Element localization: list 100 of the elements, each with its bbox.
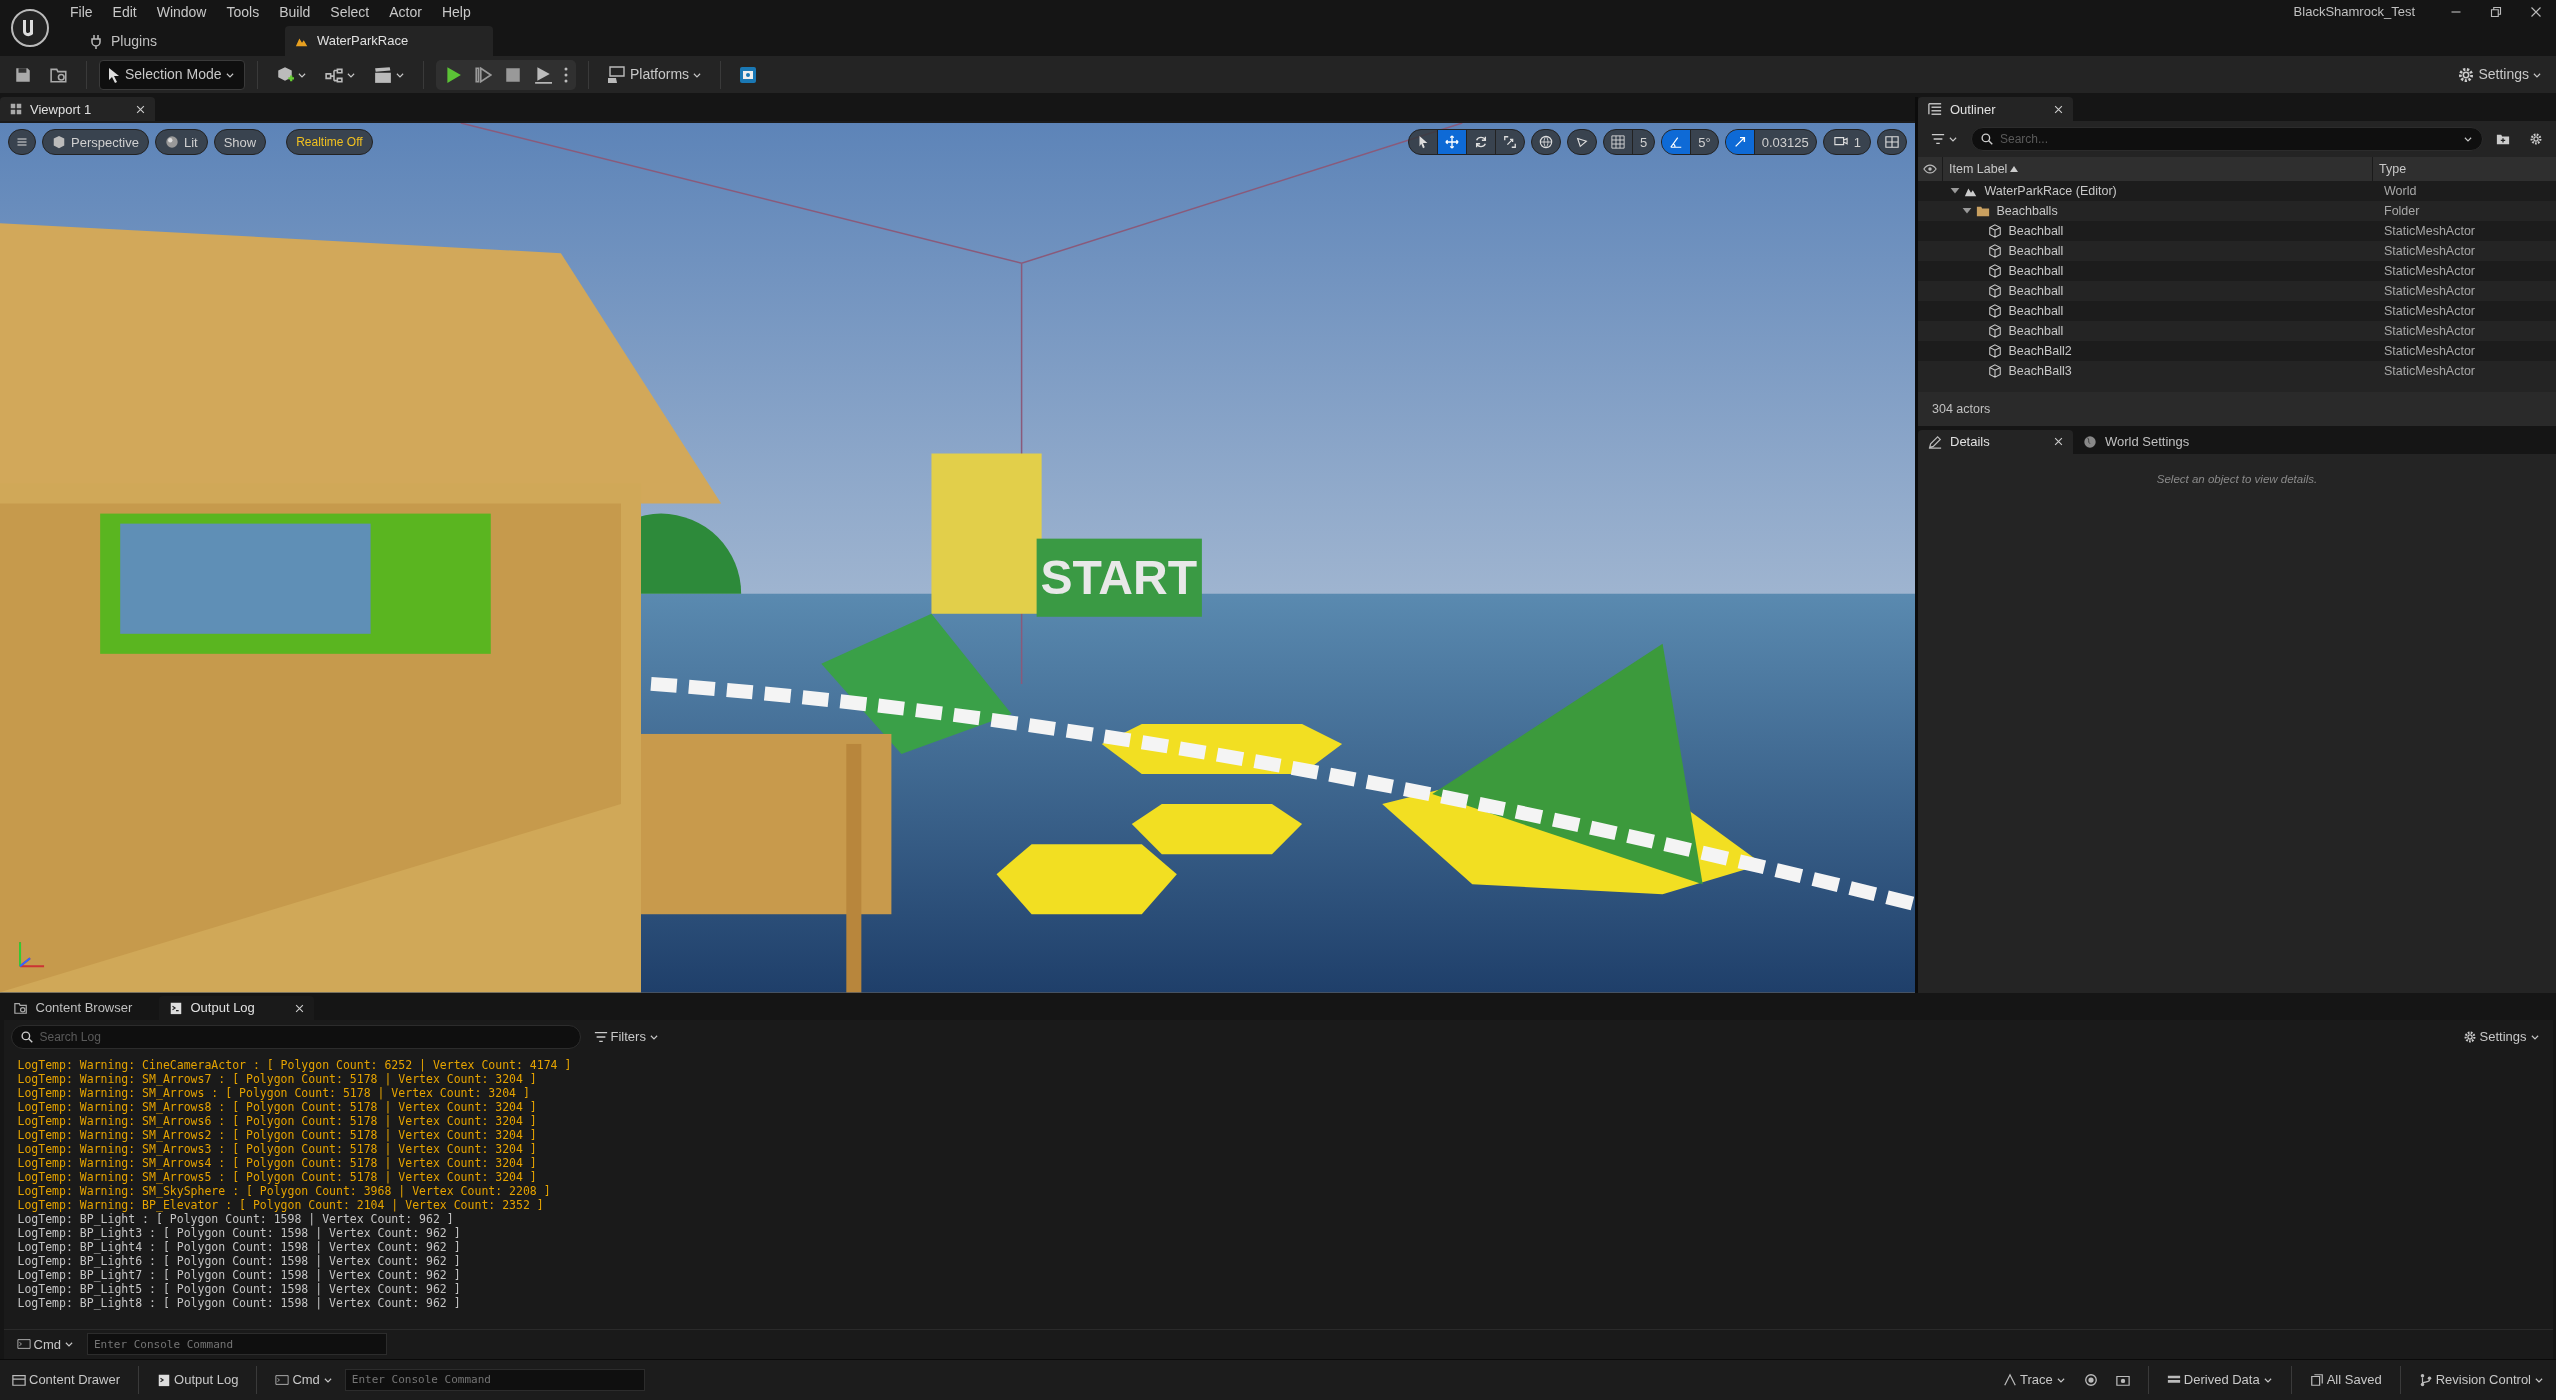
menu-item[interactable]: Help — [431, 1, 481, 23]
angle-icon — [1669, 135, 1684, 150]
log-line: LogTemp: Warning: SM_Arrows : [ Polygon Count: 5178 | Vertex Count: 3204 ] — [17, 1085, 530, 1100]
console-input[interactable]: Enter Console Command — [344, 1368, 645, 1391]
log-line: LogTemp: Warning: SM_Arrows7 : [ Polygon Count: 5178 | Vertex Count: 3204 ] — [17, 1071, 537, 1086]
log-line: LogTemp: Warning: CineCameraActor : [ Polygon Count: 6252 | Vertex Count: 4174 ] — [17, 1057, 572, 1072]
globe-icon — [1539, 135, 1554, 150]
log-line: LogTemp: Warning: SM_SkySphere : [ Polygon Count: 3968 | Vertex Count: 2208 ] — [17, 1183, 551, 1198]
plugins-label[interactable]: Plugins — [111, 30, 157, 52]
start-sign: START — [1036, 539, 1202, 618]
outliner-tab[interactable]: Outliner — [1918, 97, 2073, 122]
content-drawer-button[interactable]: Content Drawer — [6, 1366, 127, 1394]
outliner-row[interactable]: Beachball StaticMeshActor — [1918, 261, 2556, 282]
output-log-button[interactable]: Output Log — [151, 1366, 245, 1394]
axis-gizmo-icon — [19, 941, 46, 968]
mesh-cube-icon — [1987, 324, 2002, 339]
picture-icon — [739, 65, 758, 84]
angle-snap-value: 5° — [1697, 133, 1712, 152]
stop-icon — [504, 65, 522, 84]
plug-icon — [88, 33, 104, 49]
close-icon[interactable] — [2054, 437, 2063, 447]
log-line: LogTemp: Warning: BP_Elevator : [ Polygon Count: 2104 | Vertex Count: 2352 ] — [17, 1197, 544, 1212]
menu-item[interactable]: File — [60, 1, 103, 23]
translate-tool-button[interactable] — [1438, 130, 1468, 155]
dock-tab[interactable]: Output Log — [158, 996, 314, 1021]
actor-count: 304 actors — [1932, 401, 1991, 418]
viewport-tab[interactable]: Viewport 1 — [0, 97, 155, 122]
log-search-field[interactable]: Search Log — [10, 1025, 581, 1050]
outliner-row[interactable]: Beachball StaticMeshActor — [1918, 321, 2556, 342]
eye-icon — [1923, 163, 1937, 176]
mesh-cube-icon — [1987, 304, 2002, 319]
outliner-row[interactable]: Beachball StaticMeshActor — [1918, 241, 2556, 262]
search-field[interactable]: Search... — [1971, 127, 2483, 152]
cube-icon — [52, 135, 66, 150]
cmd-dropdown[interactable]: Cmd — [269, 1366, 339, 1394]
layout-icon — [1885, 135, 1899, 150]
platforms-dropdown[interactable]: Platforms — [601, 60, 709, 90]
outliner-icon — [1928, 102, 1942, 117]
trace-icon — [2003, 1372, 2018, 1387]
close-icon[interactable] — [136, 104, 145, 114]
log-line: LogTemp: Warning: SM_Arrows3 : [ Polygon Count: 5178 | Vertex Count: 3204 ] — [17, 1141, 537, 1156]
log-line: LogTemp: BP_Light7 : [ Polygon Count: 1598 | Vertex Count: 962 ] — [17, 1267, 461, 1282]
terminal-icon — [275, 1372, 290, 1387]
save-files-icon — [2309, 1372, 2324, 1387]
outliner-row[interactable]: BeachBall2 StaticMeshActor — [1918, 341, 2556, 362]
outliner-row[interactable]: Beachballs Folder — [1918, 201, 2556, 222]
menu-item[interactable]: Actor — [379, 1, 432, 23]
close-icon[interactable] — [2054, 104, 2063, 114]
realtime-button[interactable]: Realtime Off — [286, 129, 373, 156]
close-icon[interactable] — [294, 1003, 304, 1013]
cmd-dropdown[interactable]: Cmd — [10, 1330, 80, 1359]
settings-button[interactable]: Settings — [2451, 60, 2548, 90]
mesh-cube-icon — [1987, 364, 2002, 379]
panel-tab[interactable]: Details — [1918, 429, 2073, 454]
mesh-cube-icon — [1987, 344, 2002, 359]
angle-snap-button[interactable] — [1662, 130, 1692, 155]
derived-data-dropdown[interactable]: Derived Data — [2160, 1366, 2279, 1394]
log-line: LogTemp: BP_Light3 : [ Polygon Count: 1598 | Vertex Count: 962 ] — [17, 1225, 461, 1240]
move-icon — [1445, 135, 1460, 150]
log-line: LogTemp: Warning: SM_Arrows2 : [ Polygon Count: 5178 | Vertex Count: 3204 ] — [17, 1127, 537, 1142]
outliner-row[interactable]: Beachball StaticMeshActor — [1918, 221, 2556, 242]
panel-tab[interactable]: World Settings — [2073, 429, 2228, 454]
perspective-button[interactable]: Perspective — [42, 129, 149, 156]
menu-item[interactable]: Select — [320, 1, 380, 23]
filter-icon — [593, 1030, 608, 1045]
cube-plus-icon — [276, 65, 294, 84]
settings-icon — [2529, 132, 2543, 147]
vertical-dots-icon — [564, 66, 568, 83]
level-tab[interactable]: WaterParkRace — [284, 26, 493, 56]
sort-ascending-icon — [2010, 166, 2019, 173]
log-line: LogTemp: BP_Light : [ Polygon Count: 1598 | Vertex Count: 962 ] — [17, 1211, 454, 1226]
log-settings-button[interactable]: Settings — [2456, 1023, 2546, 1051]
menu-item[interactable]: Build — [269, 1, 321, 23]
folder-plus-icon — [2496, 132, 2510, 147]
scale-snap-button[interactable] — [1725, 130, 1755, 155]
play-icon — [444, 65, 462, 84]
outliner-row[interactable]: Beachball StaticMeshActor — [1918, 281, 2556, 302]
dock-tab[interactable]: Content Browser — [3, 996, 159, 1021]
restore-icon — [2490, 6, 2502, 18]
outliner-row[interactable]: BeachBall3 StaticMeshActor — [1918, 361, 2556, 382]
revision-control-dropdown[interactable]: Revision Control — [2412, 1366, 2550, 1394]
console-input[interactable]: Enter Console Command — [86, 1333, 387, 1356]
scale-snap-value: 0.03125 — [1760, 133, 1810, 152]
log-line: LogTemp: Warning: SM_Arrows6 : [ Polygon Count: 5178 | Vertex Count: 3204 ] — [17, 1113, 537, 1128]
save-status-button[interactable]: All Saved — [2303, 1366, 2388, 1394]
outliner-row[interactable]: Beachball StaticMeshActor — [1918, 301, 2556, 322]
filters-dropdown[interactable]: Filters — [587, 1023, 665, 1051]
menu-item[interactable]: Tools — [216, 1, 270, 23]
play-underline-icon — [534, 65, 552, 84]
folder-icon — [1975, 204, 1990, 219]
menu-item[interactable]: Window — [146, 1, 217, 23]
branch-icon — [2418, 1372, 2433, 1387]
pencil-icon — [1928, 434, 1942, 449]
terminal-icon — [16, 1338, 31, 1351]
outliner-row[interactable]: WaterParkRace (Editor) World — [1918, 181, 2556, 202]
log-line: LogTemp: BP_Light6 : [ Polygon Count: 1598 | Vertex Count: 962 ] — [17, 1253, 461, 1268]
selection-mode-dropdown[interactable]: Selection Mode — [99, 59, 245, 90]
step-icon — [474, 65, 492, 84]
menu-item[interactable]: Edit — [102, 1, 147, 23]
trace-dropdown[interactable]: Trace — [1997, 1366, 2072, 1394]
